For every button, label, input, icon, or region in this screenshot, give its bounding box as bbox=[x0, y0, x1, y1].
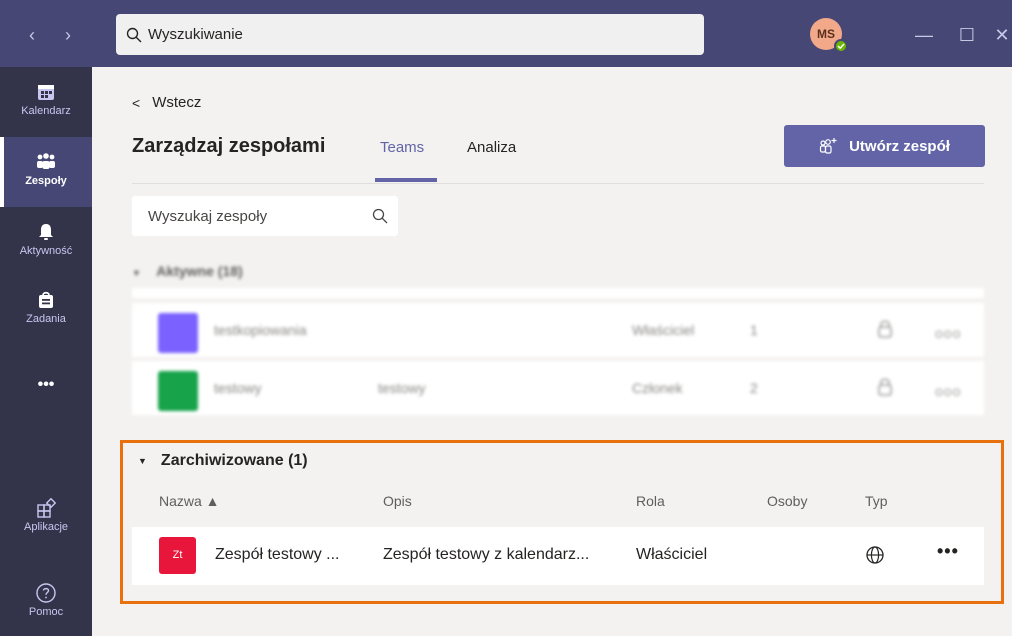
rail-label: Zespoły bbox=[25, 175, 67, 187]
row-fragment bbox=[132, 288, 984, 298]
forward-arrow-icon[interactable]: › bbox=[58, 24, 78, 46]
close-button[interactable]: ✕ bbox=[989, 22, 1012, 48]
more-options-icon[interactable]: ooo bbox=[935, 383, 961, 399]
chevron-left-icon: < bbox=[132, 94, 141, 111]
active-tab-indicator bbox=[375, 178, 437, 182]
search-icon bbox=[372, 208, 388, 224]
search-icon bbox=[126, 27, 142, 42]
rail-more-button[interactable]: ••• bbox=[0, 376, 92, 400]
team-role: Właściciel bbox=[632, 322, 695, 338]
lock-icon bbox=[878, 320, 892, 338]
back-label: Wstecz bbox=[152, 94, 202, 111]
presence-available-icon bbox=[834, 39, 848, 53]
team-people: 2 bbox=[750, 380, 758, 396]
bag-icon bbox=[39, 291, 53, 308]
active-section-label: Aktywne (18) bbox=[156, 263, 243, 279]
back-arrow-icon[interactable]: ‹ bbox=[22, 24, 42, 46]
calendar-icon bbox=[38, 85, 54, 100]
rail-item-help[interactable]: Pomoc bbox=[0, 582, 92, 636]
lock-icon bbox=[878, 378, 892, 396]
rail-item-apps[interactable]: Aplikacje bbox=[0, 497, 92, 551]
rail-item-calendar[interactable]: Kalendarz bbox=[0, 81, 92, 135]
page-title: Zarządzaj zespołami bbox=[132, 135, 326, 157]
bell-icon bbox=[39, 224, 53, 240]
maximize-button[interactable]: ☐ bbox=[954, 22, 980, 48]
table-row[interactable]: testkopiowania Właściciel 1 ooo bbox=[132, 303, 984, 357]
rail-item-assignments[interactable]: Zadania bbox=[0, 289, 92, 343]
rail-label: Aktywność bbox=[19, 245, 73, 257]
help-icon bbox=[36, 583, 56, 603]
header-divider bbox=[132, 183, 984, 184]
rail-item-teams[interactable]: Zespoły bbox=[0, 137, 92, 207]
rail-label: Kalendarz bbox=[21, 105, 71, 117]
tab-teams[interactable]: Teams bbox=[380, 139, 424, 156]
team-tile bbox=[158, 313, 198, 353]
rail-label: Pomoc bbox=[28, 606, 64, 618]
team-desc: testowy bbox=[378, 380, 426, 396]
add-team-icon bbox=[819, 138, 837, 154]
create-team-button[interactable]: Utwórz zespół bbox=[784, 125, 985, 167]
rail-label: Zadania bbox=[26, 313, 66, 325]
back-link[interactable]: < Wstecz bbox=[132, 94, 201, 111]
minimize-button[interactable]: — bbox=[911, 22, 937, 48]
team-name: testkopiowania bbox=[214, 322, 307, 338]
team-role: Członek bbox=[632, 380, 683, 396]
title-bar: ‹ › MS — ☐ ✕ bbox=[0, 0, 1012, 67]
expand-triangle-icon: ▼ bbox=[132, 268, 141, 278]
team-name: testowy bbox=[214, 380, 262, 396]
tab-analiza[interactable]: Analiza bbox=[467, 139, 516, 156]
highlight-box bbox=[120, 440, 1004, 604]
team-people: 1 bbox=[750, 322, 758, 338]
rail-label: Aplikacje bbox=[23, 521, 69, 533]
active-section-title[interactable]: ▼ Aktywne (18) bbox=[132, 263, 243, 279]
table-row[interactable]: testowy testowy Członek 2 ooo bbox=[132, 361, 984, 415]
global-search[interactable] bbox=[116, 14, 704, 55]
rail-item-activity[interactable]: Aktywność bbox=[0, 221, 92, 275]
more-options-icon[interactable]: ooo bbox=[935, 325, 961, 341]
team-search[interactable] bbox=[132, 196, 398, 236]
app-rail: Kalendarz Zespoły Aktywność Zadania ••• … bbox=[0, 67, 92, 636]
create-team-label: Utwórz zespół bbox=[849, 137, 950, 155]
team-tile bbox=[158, 371, 198, 411]
active-teams-section: ▼ Aktywne (18) testkopiowania Właściciel… bbox=[132, 258, 984, 428]
global-search-input[interactable] bbox=[148, 26, 648, 43]
team-search-input[interactable] bbox=[148, 207, 348, 225]
apps-icon bbox=[37, 497, 57, 518]
teams-icon bbox=[37, 153, 55, 169]
